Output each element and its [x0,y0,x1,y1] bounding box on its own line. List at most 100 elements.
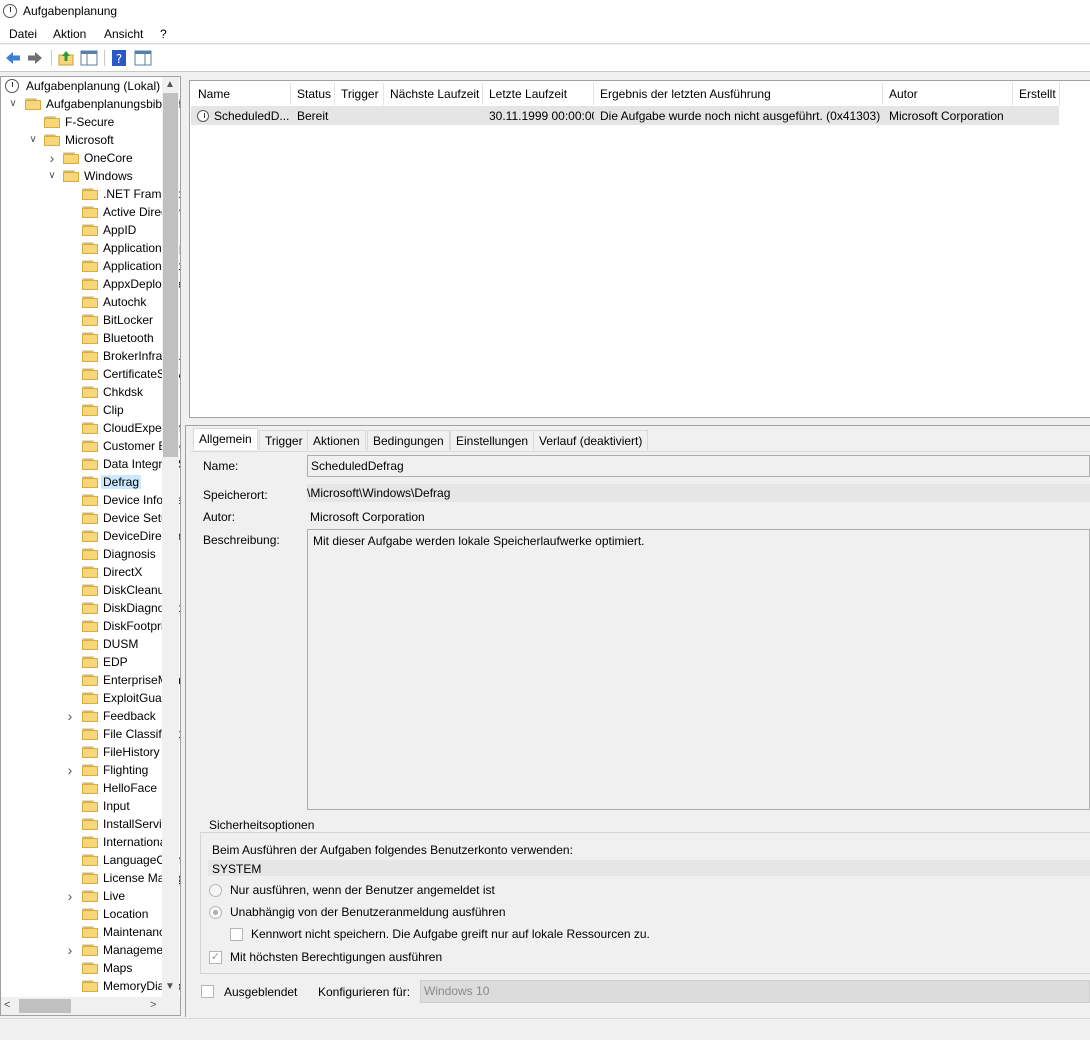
tree-item[interactable]: › OneCore [1,149,163,167]
column-header-trigger[interactable]: Trigger [335,83,384,105]
cell-trigger[interactable] [335,107,384,125]
menu-help[interactable]: ? [160,27,167,41]
tree-item[interactable]: › Feedback [1,707,163,725]
tree-item[interactable]: InstallService [1,815,174,833]
tree-item[interactable]: Diagnosis [1,545,163,563]
tree-item[interactable]: MemoryDiagnostic [1,977,180,995]
tree-item[interactable]: DUSM [1,635,163,653]
column-header-status[interactable]: Status [291,83,335,105]
tree-item[interactable]: BrokerInfrastructure [1,347,180,365]
tree-vertical-scroll-thumb[interactable] [163,93,178,457]
tree-item[interactable]: Aufgabenplanung (Lokal) [1,77,163,95]
tree-item[interactable]: Active Directory [1,203,180,221]
cell-last-run[interactable]: 30.11.1999 00:00:00 [483,107,594,125]
tree-item[interactable]: Location [1,905,163,923]
chevron-right-icon[interactable]: › [64,763,76,777]
column-header-last-run[interactable]: Letzte Laufzeit [483,83,594,105]
tree-item[interactable]: AppID [1,221,163,239]
tree-item[interactable]: F-Secure [1,113,163,131]
tree-item[interactable]: International [1,833,169,851]
tree-item[interactable]: Maintenance [1,923,172,941]
menu-ansicht[interactable]: Ansicht [104,27,143,41]
tree-item[interactable]: Maps [1,959,163,977]
column-header-next-run[interactable]: Nächste Laufzeit [384,83,483,105]
chevron-right-icon[interactable]: › [46,151,58,165]
chevron-down-icon[interactable]: ∨ [7,98,19,110]
show-hide-console-tree-icon[interactable] [80,49,100,67]
tree-item[interactable]: ∨ Windows [1,167,163,185]
tab-allgemein[interactable]: Allgemein [193,428,258,450]
tab-trigger[interactable]: Trigger [259,430,309,450]
tree-item[interactable]: Defrag [1,473,163,491]
console-tree[interactable]: Aufgabenplanung (Lokal) ∨ Aufgabenplanungs… [0,76,181,1016]
tree-item[interactable]: ∨ Microsoft [1,131,163,149]
menu-aktion[interactable]: Aktion [53,27,86,41]
scroll-left-icon[interactable]: < [4,999,10,1011]
column-header-author[interactable]: Autor [883,83,1013,105]
checkbox-do-not-store-password[interactable] [230,928,243,941]
tab-bedingungen[interactable]: Bedingungen [367,430,450,450]
tree-item[interactable]: ∨ Aufgabenplanungsbibliothek [1,95,180,113]
tree-item[interactable]: BitLocker [1,311,163,329]
tree-item[interactable]: EnterpriseMgmt [1,671,180,689]
tree-item[interactable]: Data Integrity Scan [1,455,180,473]
cell-next-run[interactable] [384,107,483,125]
menu-datei[interactable]: Datei [9,27,37,41]
tree-item[interactable]: AppxDeploymentClient [1,275,180,293]
tree-item[interactable]: › Flighting [1,761,163,779]
tree-item[interactable]: LanguageComponentsInstaller [1,851,180,869]
scroll-right-icon[interactable]: > [150,999,156,1011]
show-action-pane-icon[interactable] [134,49,154,67]
tab-aktionen[interactable]: Aktionen [307,430,366,450]
scroll-up-icon[interactable]: ▲ [165,79,175,90]
cell-last-result[interactable]: Die Aufgabe wurde noch nicht ausgeführt.… [594,107,883,125]
tree-item[interactable]: › Live [1,887,163,905]
cell-author[interactable]: Microsoft Corporation [883,107,1013,125]
description-field[interactable]: Mit dieser Aufgabe werden lokale Speiche… [307,529,1090,810]
tree-item[interactable]: DirectX [1,563,163,581]
column-header-name[interactable]: Name [192,83,291,105]
radio-run-whether-logged-on[interactable] [209,906,222,919]
tree-item[interactable]: Chkdsk [1,383,163,401]
radio-run-only-logged-on[interactable] [209,884,222,897]
tree-item[interactable]: DeviceDirectoryClient [1,527,180,545]
tree-item[interactable]: Input [1,797,163,815]
name-field[interactable]: ScheduledDefrag [307,455,1090,477]
tree-item[interactable]: FileHistory [1,743,163,761]
chevron-right-icon[interactable]: › [64,943,76,957]
cell-status[interactable]: Bereit [291,107,335,125]
checkbox-highest-privileges[interactable]: ✓ [209,951,222,964]
tab-verlauf[interactable]: Verlauf (deaktiviert) [533,430,649,450]
tree-item[interactable]: File Classification [1,725,180,743]
up-folder-icon[interactable] [57,49,77,67]
cell-name[interactable]: ScheduledD... [208,107,291,125]
tree-item[interactable]: DiskDiagnostic [1,599,180,617]
tree-item[interactable]: DiskCleanup [1,581,171,599]
tree-item[interactable]: Autochk [1,293,163,311]
tree-item[interactable]: Bluetooth [1,329,163,347]
column-header-created[interactable]: Erstellt [1013,83,1060,105]
tree-item[interactable]: License Manager [1,869,180,887]
configure-for-select[interactable]: Windows 10 [420,980,1090,1003]
back-arrow-icon[interactable] [4,49,24,67]
column-header-last-result[interactable]: Ergebnis der letzten Ausführung [594,83,883,105]
help-icon[interactable]: ? [110,49,130,67]
tree-horizontal-scroll-thumb[interactable] [19,999,71,1013]
tree-item[interactable]: Application Experience [1,239,180,257]
tree-item[interactable]: Clip [1,401,163,419]
scroll-down-icon[interactable]: ▼ [165,981,175,992]
tree-item[interactable]: EDP [1,653,163,671]
tree-item[interactable]: DiskFootprint [1,617,174,635]
chevron-down-icon[interactable]: ∨ [46,170,58,182]
tree-item[interactable]: Device Setup [1,509,174,527]
tab-einstellungen[interactable]: Einstellungen [450,430,535,450]
tree-item[interactable]: ExploitGuard [1,689,172,707]
chevron-right-icon[interactable]: › [64,709,76,723]
tree-item[interactable]: HelloFace [1,779,163,797]
chevron-down-icon[interactable]: ∨ [27,134,39,146]
checkbox-hidden[interactable] [201,985,214,998]
tree-item[interactable]: Customer Experience [1,437,180,455]
tree-item[interactable]: Device Information [1,491,180,509]
cell-created[interactable] [1013,107,1060,125]
tree-item[interactable]: CloudExperienceHost [1,419,180,437]
